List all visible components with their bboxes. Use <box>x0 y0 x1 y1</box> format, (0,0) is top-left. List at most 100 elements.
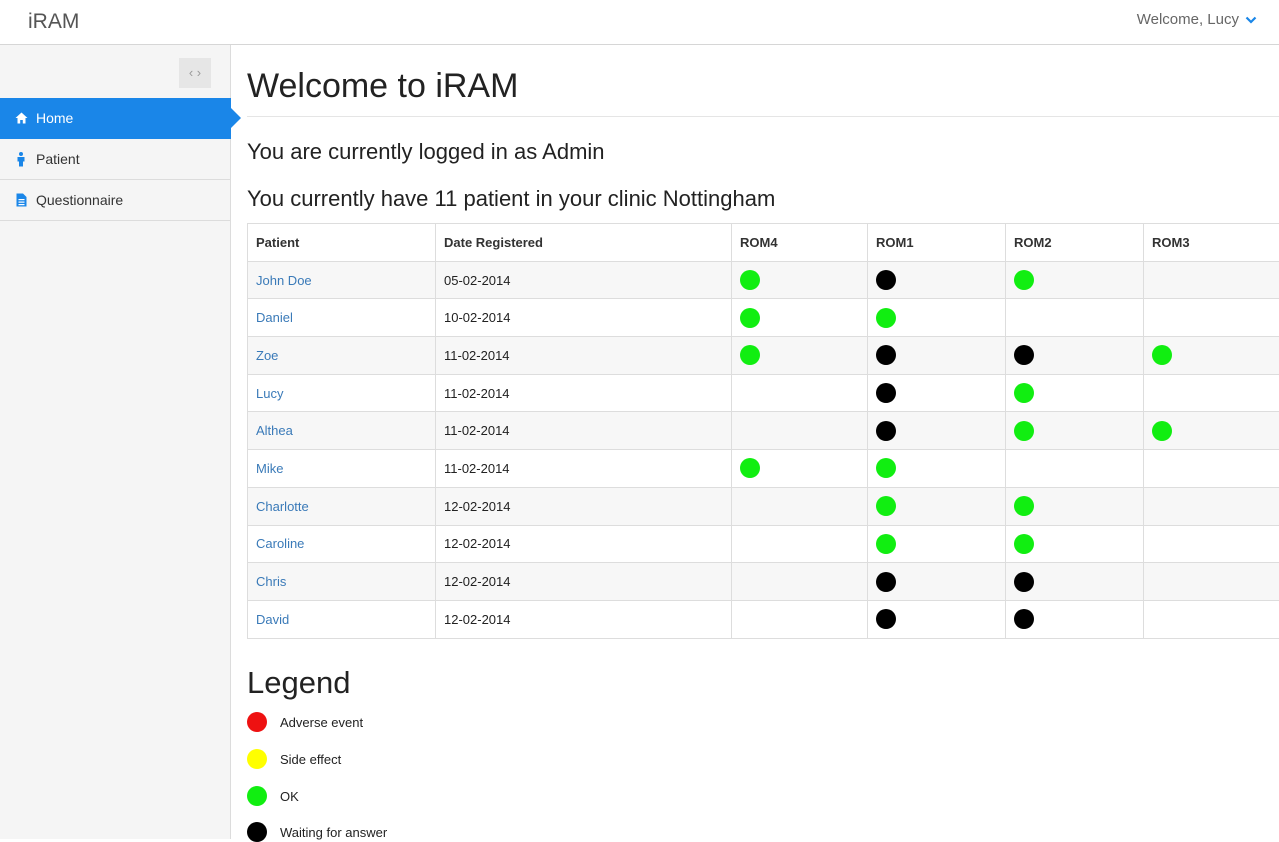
legend-item: OK <box>247 786 299 806</box>
sidebar-item-home[interactable]: Home <box>0 98 231 139</box>
legend-label: Waiting for answer <box>280 825 387 840</box>
rom2-cell <box>1006 525 1144 563</box>
legend-label: OK <box>280 789 299 804</box>
rom3-cell <box>1144 261 1279 299</box>
rom1-cell <box>868 337 1006 375</box>
patient-name-link[interactable]: Althea <box>248 412 436 450</box>
patient-name-link[interactable]: Mike <box>248 450 436 488</box>
rom3-cell <box>1144 563 1279 601</box>
column-header-rom1[interactable]: ROM1 <box>868 224 1006 262</box>
status-dot-black[interactable] <box>876 609 896 629</box>
status-dot-black[interactable] <box>876 383 896 403</box>
status-dot-green[interactable] <box>876 308 896 328</box>
column-header-patient[interactable]: Patient <box>248 224 436 262</box>
table-row: Mike11-02-2014 <box>248 450 1279 488</box>
rom4-cell <box>732 261 868 299</box>
legend-item: Side effect <box>247 749 341 769</box>
status-dot-green[interactable] <box>1152 345 1172 365</box>
column-header-date[interactable]: Date Registered <box>436 224 732 262</box>
rom2-cell <box>1006 337 1144 375</box>
status-dot-black[interactable] <box>876 572 896 592</box>
table-row: Chris12-02-2014 <box>248 563 1279 601</box>
table-row: David12-02-2014 <box>248 600 1279 638</box>
status-dot-black[interactable] <box>1014 572 1034 592</box>
legend-item: Adverse event <box>247 712 363 732</box>
rom1-cell <box>868 525 1006 563</box>
patient-name-link[interactable]: Charlotte <box>248 487 436 525</box>
patient-name-link[interactable]: David <box>248 600 436 638</box>
rom1-cell <box>868 450 1006 488</box>
sidebar-item-questionnaire[interactable]: Questionnaire <box>0 180 231 221</box>
rom2-cell <box>1006 299 1144 337</box>
status-dot-green[interactable] <box>1014 270 1034 290</box>
patient-name-link[interactable]: Lucy <box>248 374 436 412</box>
legend-item: Waiting for answer <box>247 822 387 842</box>
sidebar-item-label: Home <box>36 110 73 126</box>
table-header-row: Patient Date Registered ROM4 ROM1 ROM2 R… <box>248 224 1279 262</box>
date-registered-cell: 11-02-2014 <box>436 450 732 488</box>
legend-dot-black <box>247 822 267 842</box>
status-dot-green[interactable] <box>876 534 896 554</box>
date-registered-cell: 12-02-2014 <box>436 600 732 638</box>
column-header-rom2[interactable]: ROM2 <box>1006 224 1144 262</box>
column-header-rom4[interactable]: ROM4 <box>732 224 868 262</box>
date-registered-cell: 11-02-2014 <box>436 374 732 412</box>
rom3-cell <box>1144 487 1279 525</box>
patient-name-link[interactable]: Caroline <box>248 525 436 563</box>
date-registered-cell: 11-02-2014 <box>436 337 732 375</box>
table-row: Althea11-02-2014 <box>248 412 1279 450</box>
status-dot-black[interactable] <box>1014 609 1034 629</box>
rom4-cell <box>732 600 868 638</box>
status-dot-green[interactable] <box>1152 421 1172 441</box>
date-registered-cell: 12-02-2014 <box>436 487 732 525</box>
document-icon <box>14 193 28 207</box>
column-header-rom3[interactable]: ROM3 <box>1144 224 1279 262</box>
logged-in-text: You are currently logged in as Admin <box>247 139 605 165</box>
rom2-cell <box>1006 374 1144 412</box>
status-dot-black[interactable] <box>876 421 896 441</box>
rom1-cell <box>868 374 1006 412</box>
status-dot-green[interactable] <box>740 270 760 290</box>
patient-name-link[interactable]: John Doe <box>248 261 436 299</box>
table-row: Caroline12-02-2014 <box>248 525 1279 563</box>
brand-logo[interactable]: iRAM <box>28 10 79 34</box>
sidebar: ‹ › Home Patient Questionnaire <box>0 45 231 839</box>
status-dot-green[interactable] <box>876 496 896 516</box>
status-dot-black[interactable] <box>876 345 896 365</box>
sidebar-item-label: Questionnaire <box>36 192 123 208</box>
status-dot-green[interactable] <box>740 345 760 365</box>
patient-name-link[interactable]: Chris <box>248 563 436 601</box>
rom1-cell <box>868 412 1006 450</box>
legend-label: Adverse event <box>280 715 363 730</box>
sidebar-collapse-button[interactable]: ‹ › <box>179 58 211 88</box>
rom3-cell <box>1144 337 1279 375</box>
sidebar-item-patient[interactable]: Patient <box>0 139 231 180</box>
date-registered-cell: 12-02-2014 <box>436 563 732 601</box>
table-row: John Doe05-02-2014 <box>248 261 1279 299</box>
status-dot-green[interactable] <box>740 458 760 478</box>
rom3-cell <box>1144 374 1279 412</box>
legend-label: Side effect <box>280 752 341 767</box>
status-dot-green[interactable] <box>740 308 760 328</box>
rom3-cell <box>1144 412 1279 450</box>
rom2-cell <box>1006 412 1144 450</box>
rom4-cell <box>732 487 868 525</box>
status-dot-green[interactable] <box>1014 534 1034 554</box>
patient-name-link[interactable]: Daniel <box>248 299 436 337</box>
date-registered-cell: 10-02-2014 <box>436 299 732 337</box>
page-title: Welcome to iRAM <box>247 67 518 106</box>
status-dot-black[interactable] <box>876 270 896 290</box>
rom1-cell <box>868 563 1006 601</box>
legend-dot-red <box>247 712 267 732</box>
patient-name-link[interactable]: Zoe <box>248 337 436 375</box>
user-menu[interactable]: Welcome, Lucy <box>1137 11 1257 28</box>
rom2-cell <box>1006 261 1144 299</box>
status-dot-black[interactable] <box>1014 345 1034 365</box>
status-dot-green[interactable] <box>1014 383 1034 403</box>
chevron-down-icon <box>1245 15 1257 25</box>
title-divider <box>247 116 1279 117</box>
status-dot-green[interactable] <box>876 458 896 478</box>
status-dot-green[interactable] <box>1014 421 1034 441</box>
status-dot-green[interactable] <box>1014 496 1034 516</box>
date-registered-cell: 11-02-2014 <box>436 412 732 450</box>
